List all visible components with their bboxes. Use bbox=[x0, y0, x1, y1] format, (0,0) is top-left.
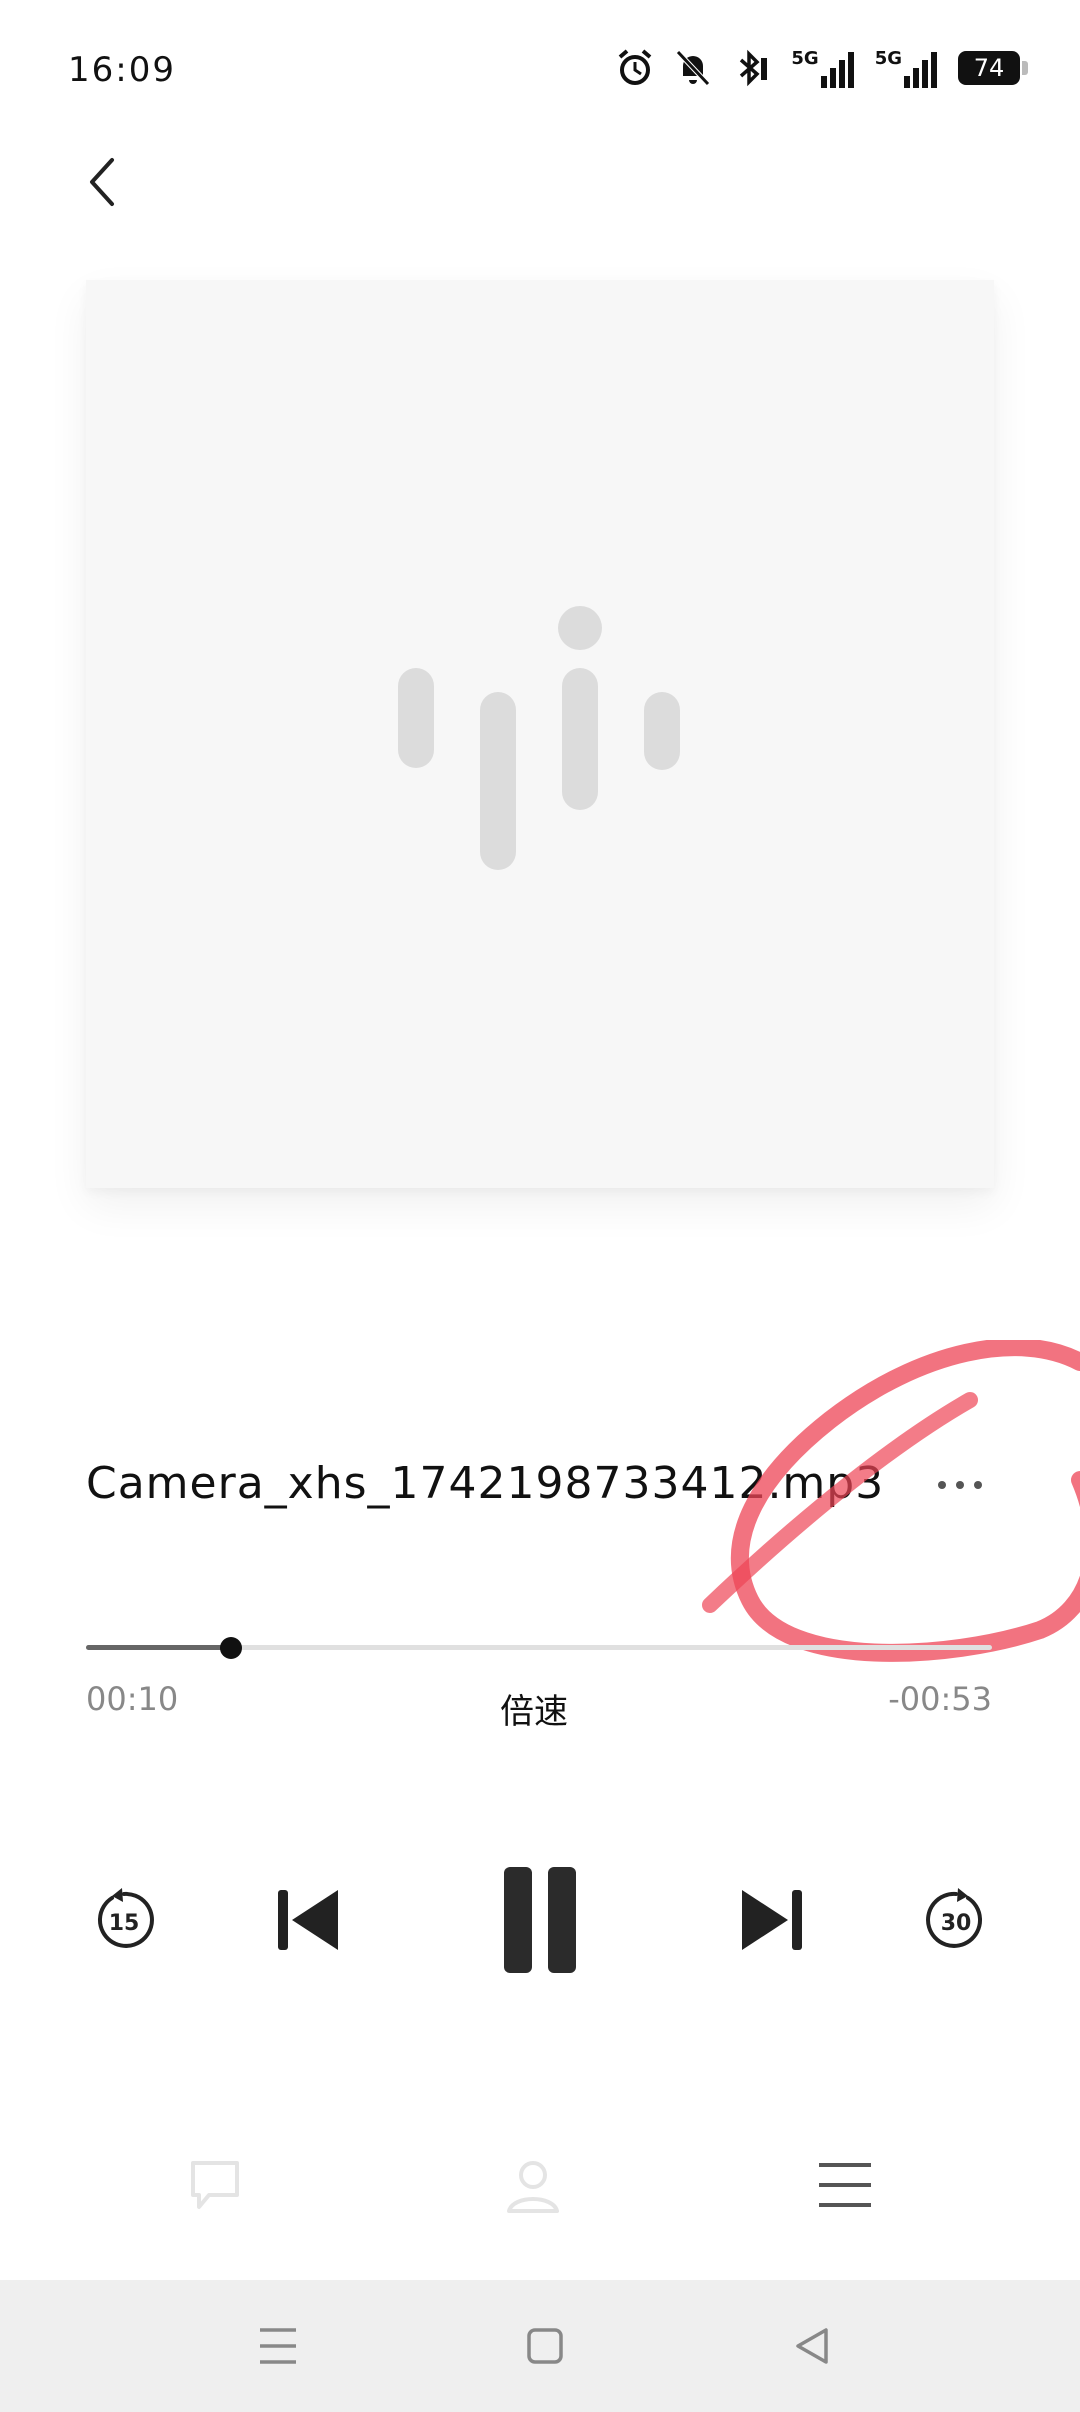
status-time: 16:09 bbox=[68, 50, 176, 90]
album-artwork bbox=[86, 280, 994, 1188]
remaining-time: -00:53 bbox=[888, 1680, 992, 1718]
more-dot bbox=[938, 1481, 946, 1489]
progress-thumb[interactable] bbox=[219, 1637, 242, 1659]
rewind-15-button[interactable]: 15 bbox=[84, 1880, 164, 1960]
chevron-left-icon bbox=[90, 158, 114, 206]
more-options-button[interactable] bbox=[920, 1465, 1000, 1505]
mute-bell-icon bbox=[676, 50, 711, 86]
status-icons: 5G 5G 74 bbox=[615, 44, 1028, 92]
forward-icon: 30 bbox=[926, 1888, 983, 1948]
battery-cap bbox=[1022, 61, 1028, 75]
rewind-seconds-label: 15 bbox=[109, 1911, 140, 1936]
network-type-label: 5G bbox=[791, 48, 819, 69]
track-title: Camera_xhs_1742198733412.mp3 bbox=[86, 1458, 885, 1509]
battery-icon: 74 bbox=[958, 51, 1028, 85]
comment-button[interactable] bbox=[170, 2140, 260, 2230]
menu-icon bbox=[819, 2163, 871, 2207]
more-dot bbox=[956, 1481, 964, 1489]
forward-seconds-label: 30 bbox=[941, 1911, 972, 1936]
next-track-button[interactable] bbox=[732, 1880, 812, 1960]
back-triangle-icon bbox=[796, 2328, 828, 2364]
previous-track-button[interactable] bbox=[268, 1880, 348, 1960]
pause-button[interactable] bbox=[480, 1860, 600, 1980]
bluetooth-icon bbox=[740, 49, 768, 87]
signal-icon bbox=[904, 52, 937, 88]
comment-icon bbox=[191, 2161, 239, 2209]
skip-next-icon bbox=[742, 1890, 802, 1950]
status-bar: 16:09 5G 5G 74 bbox=[0, 0, 1080, 140]
alarm-icon bbox=[619, 49, 652, 85]
signal-group-1: 5G bbox=[791, 48, 854, 88]
nav-home-button[interactable] bbox=[495, 2296, 595, 2396]
playlist-menu-button[interactable] bbox=[800, 2140, 890, 2230]
person-icon bbox=[507, 2161, 559, 2213]
playback-speed-button[interactable]: 倍速 bbox=[500, 1684, 568, 1733]
profile-button[interactable] bbox=[488, 2140, 578, 2230]
nav-back-button[interactable] bbox=[762, 2296, 862, 2396]
pause-icon bbox=[504, 1867, 576, 1973]
battery-level: 74 bbox=[973, 54, 1005, 82]
recents-icon bbox=[260, 2328, 296, 2364]
elapsed-time: 00:10 bbox=[86, 1680, 179, 1718]
nav-recents-button[interactable] bbox=[228, 2296, 328, 2396]
more-dot bbox=[974, 1481, 982, 1489]
network-type-label: 5G bbox=[874, 48, 902, 69]
back-button[interactable] bbox=[70, 150, 134, 214]
audio-wave-icon bbox=[398, 606, 680, 870]
skip-previous-icon bbox=[278, 1890, 338, 1950]
signal-icon bbox=[820, 52, 854, 88]
progress-fill bbox=[86, 1645, 231, 1650]
home-square-icon bbox=[527, 2328, 563, 2364]
signal-group-2: 5G bbox=[875, 48, 938, 88]
rewind-icon: 15 bbox=[97, 1888, 154, 1948]
forward-30-button[interactable]: 30 bbox=[916, 1880, 996, 1960]
